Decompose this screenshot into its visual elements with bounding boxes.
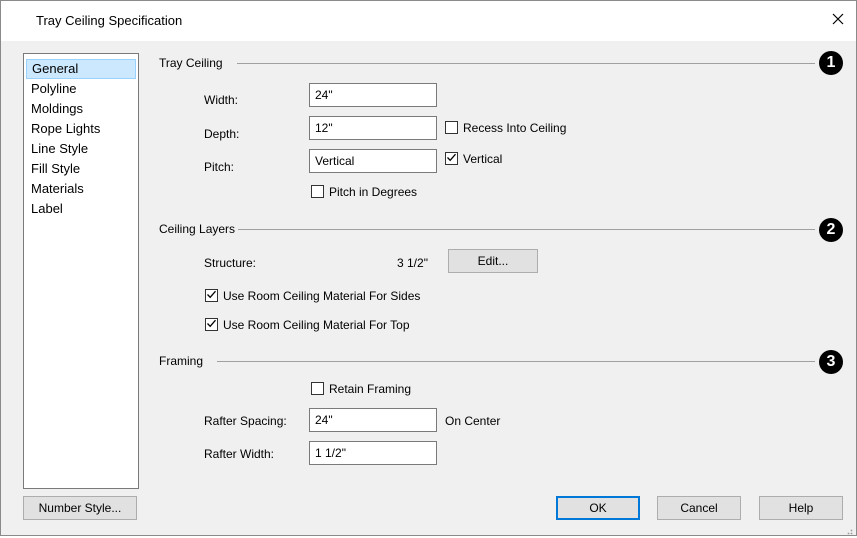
nav-list: General Polyline Moldings Rope Lights Li…: [23, 53, 139, 489]
section-3-badge: 3: [819, 350, 843, 374]
close-button[interactable]: [824, 7, 852, 33]
rafter-width-input[interactable]: 1 1/2": [309, 441, 437, 465]
nav-item-rope-lights[interactable]: Rope Lights: [26, 119, 136, 139]
structure-label: Structure:: [204, 256, 257, 270]
framing-heading: Framing: [159, 354, 204, 368]
framing-divider: [217, 361, 815, 362]
number-style-button[interactable]: Number Style...: [23, 496, 137, 520]
ok-button[interactable]: OK: [556, 496, 640, 520]
depth-label: Depth:: [204, 127, 240, 141]
nav-item-general[interactable]: General: [26, 59, 136, 79]
nav-item-label[interactable]: Label: [26, 199, 136, 219]
vertical-checkbox[interactable]: [445, 152, 458, 165]
check-icon: [206, 289, 217, 303]
top-material-checkbox[interactable]: [205, 318, 218, 331]
check-icon: [206, 318, 217, 332]
cancel-button[interactable]: Cancel: [657, 496, 741, 520]
pitch-degrees-checkbox[interactable]: [311, 185, 324, 198]
width-label: Width:: [204, 93, 239, 107]
retain-framing-checkbox[interactable]: [311, 382, 324, 395]
rafter-width-label: Rafter Width:: [204, 447, 275, 461]
help-button[interactable]: Help: [759, 496, 843, 520]
sides-material-checkbox[interactable]: [205, 289, 218, 302]
tray-ceiling-divider: [237, 63, 815, 64]
nav-item-polyline[interactable]: Polyline: [26, 79, 136, 99]
structure-value: 3 1/2": [397, 256, 428, 270]
sides-material-label: Use Room Ceiling Material For Sides: [223, 289, 421, 303]
title-bar: Tray Ceiling Specification: [1, 1, 856, 41]
section-2-badge: 2: [819, 218, 843, 242]
tray-ceiling-heading: Tray Ceiling: [159, 56, 223, 70]
retain-framing-label: Retain Framing: [329, 382, 412, 396]
pitch-input[interactable]: Vertical: [309, 149, 437, 173]
pitch-degrees-label: Pitch in Degrees: [329, 185, 418, 199]
nav-item-fill-style[interactable]: Fill Style: [26, 159, 136, 179]
edit-structure-button[interactable]: Edit...: [448, 249, 538, 273]
dialog-title: Tray Ceiling Specification: [36, 13, 183, 28]
depth-input[interactable]: 12": [309, 116, 437, 140]
recess-checkbox[interactable]: [445, 121, 458, 134]
ceiling-layers-heading: Ceiling Layers: [159, 222, 236, 236]
on-center-label: On Center: [445, 414, 501, 428]
close-icon: [832, 13, 844, 28]
nav-item-materials[interactable]: Materials: [26, 179, 136, 199]
vertical-label: Vertical: [463, 152, 503, 166]
top-material-label: Use Room Ceiling Material For Top: [223, 318, 410, 332]
rafter-spacing-label: Rafter Spacing:: [204, 414, 287, 428]
resize-grip-icon[interactable]: [845, 524, 853, 535]
pitch-label: Pitch:: [204, 160, 235, 174]
recess-label: Recess Into Ceiling: [463, 121, 567, 135]
nav-item-moldings[interactable]: Moldings: [26, 99, 136, 119]
check-icon: [446, 152, 457, 166]
rafter-spacing-input[interactable]: 24": [309, 408, 437, 432]
ceiling-layers-divider: [238, 229, 815, 230]
width-input[interactable]: 24": [309, 83, 437, 107]
dialog: Tray Ceiling Specification General Polyl…: [0, 0, 857, 536]
nav-item-line-style[interactable]: Line Style: [26, 139, 136, 159]
section-1-badge: 1: [819, 51, 843, 75]
